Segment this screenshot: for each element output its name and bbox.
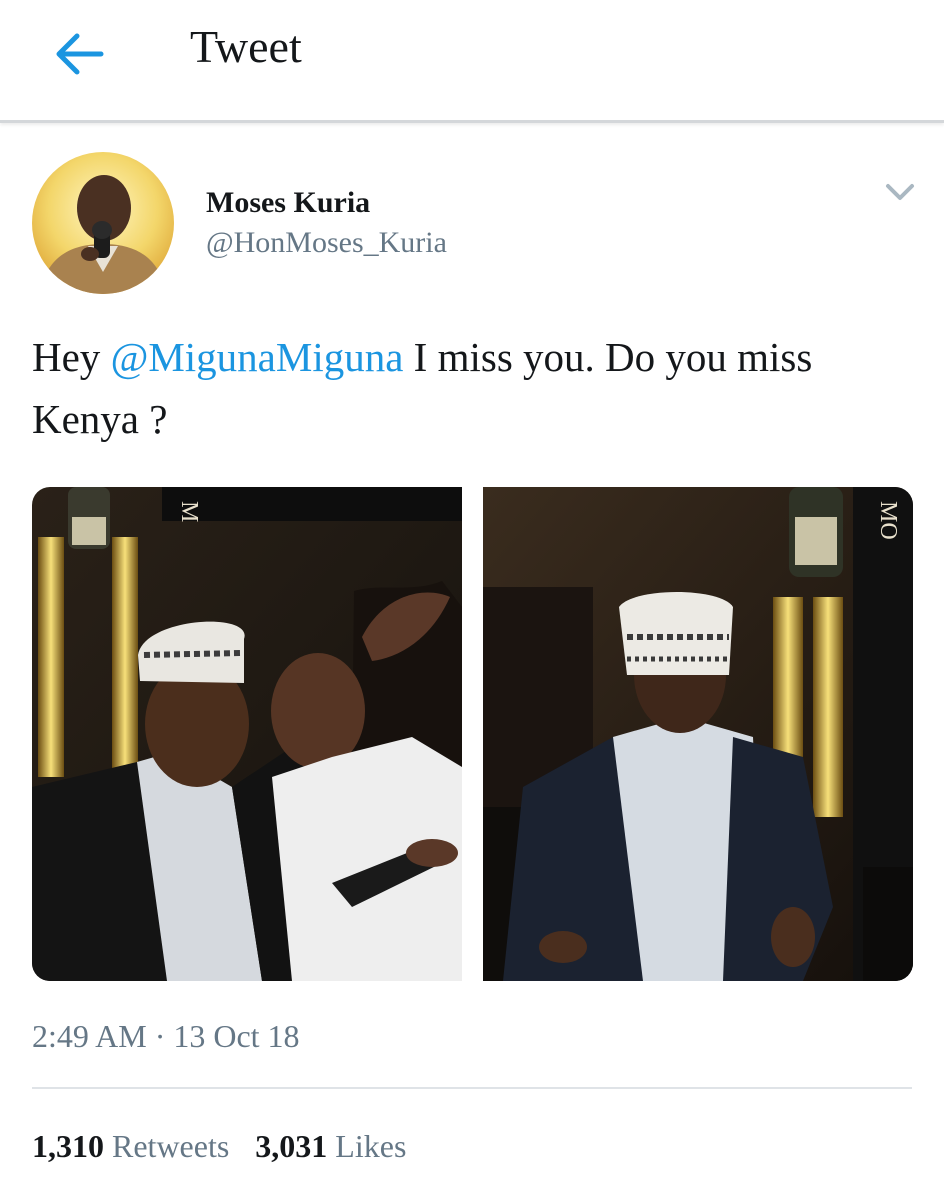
likes-count: 3,031 xyxy=(255,1128,328,1164)
likes-label: Likes xyxy=(335,1128,407,1164)
chevron-down-icon xyxy=(886,184,914,200)
retweets-label: Retweets xyxy=(112,1128,230,1164)
retweets-stat[interactable]: 1,310 Retweets xyxy=(32,1128,229,1164)
back-button[interactable] xyxy=(44,26,114,82)
retweets-count: 1,310 xyxy=(32,1128,104,1164)
arrow-left-icon xyxy=(56,33,104,75)
tweet-photo-2[interactable]: MO xyxy=(483,487,913,981)
tweet-text: Hey @MigunaMiguna I miss you. Do you mis… xyxy=(32,326,912,450)
tweet-timestamp: 2:49 AM · 13 Oct 18 xyxy=(32,1018,300,1054)
tweet-stats: 1,310 Retweets 3,031 Likes xyxy=(32,1128,406,1165)
mention-link[interactable]: @MigunaMiguna xyxy=(111,334,404,380)
top-bar: Tweet xyxy=(0,0,944,123)
avatar[interactable] xyxy=(32,152,174,294)
tweet-photo-1[interactable]: M xyxy=(32,487,462,981)
tweet-text-prefix: Hey xyxy=(32,334,111,380)
likes-stat[interactable]: 3,031 Likes xyxy=(255,1128,406,1164)
tweet-menu-button[interactable] xyxy=(880,176,920,208)
photo-1-sign-text: M xyxy=(176,501,202,522)
divider xyxy=(32,1087,912,1089)
page-title: Tweet xyxy=(190,21,302,72)
photo-2-sign-text: MO xyxy=(875,501,901,540)
author-name[interactable]: Moses Kuria xyxy=(206,186,370,220)
author-handle[interactable]: @HonMoses_Kuria xyxy=(206,226,447,260)
